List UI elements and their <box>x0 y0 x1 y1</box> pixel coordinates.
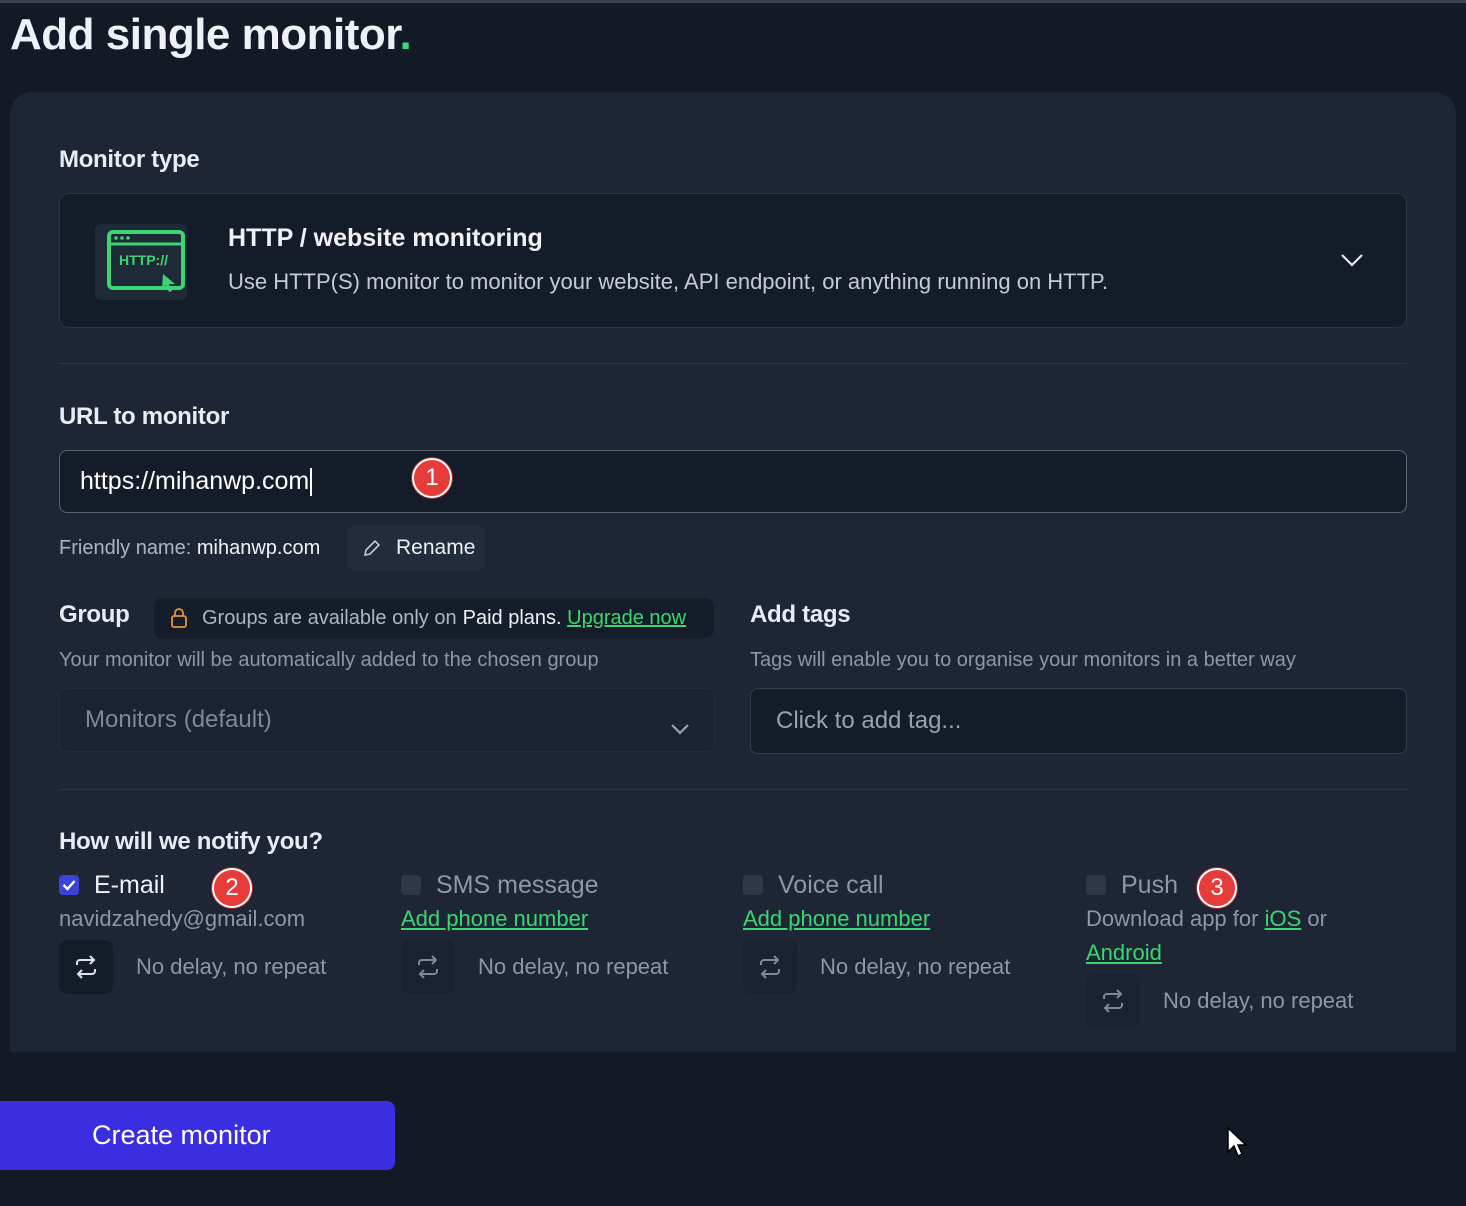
friendly-name: Friendly name: mihanwp.com <box>59 537 320 560</box>
chevron-down-icon <box>1340 252 1364 273</box>
email-label: E-mail <box>94 870 165 899</box>
sms-checkbox[interactable] <box>401 875 421 895</box>
repeat-icon <box>76 955 96 979</box>
notify-label: How will we notify you? <box>59 828 323 855</box>
create-monitor-button[interactable]: Create monitor <box>0 1101 395 1170</box>
pencil-icon <box>362 538 382 558</box>
http-icon-text: HTTP:// <box>119 252 168 268</box>
voice-label: Voice call <box>778 870 884 899</box>
voice-checkbox[interactable] <box>743 875 763 895</box>
annotation-badge-1: 1 <box>412 458 452 498</box>
email-address: navidzahedy@gmail.com <box>59 906 306 931</box>
voice-repeat-button[interactable] <box>743 940 797 994</box>
monitor-type-select[interactable]: HTTP:// HTTP / website monitoring Use HT… <box>59 193 1407 328</box>
voice-add-phone-link[interactable]: Add phone number <box>743 906 1010 932</box>
url-label: URL to monitor <box>59 403 229 430</box>
group-select-value: Monitors (default) <box>85 706 272 733</box>
sms-repeat-text: No delay, no repeat <box>478 954 669 979</box>
rename-button-label: Rename <box>396 536 476 559</box>
push-download-prefix: Download app for <box>1086 906 1259 931</box>
group-select[interactable]: Monitors (default) <box>59 688 715 752</box>
repeat-icon <box>418 955 438 979</box>
voice-repeat-text: No delay, no repeat <box>820 954 1011 979</box>
push-label: Push <box>1121 870 1178 899</box>
push-download-or: or <box>1307 906 1327 931</box>
monitor-type-title: HTTP / website monitoring <box>228 224 543 252</box>
sms-label: SMS message <box>436 870 599 899</box>
annotation-badge-2: 2 <box>212 868 252 908</box>
tags-input[interactable]: Click to add tag... <box>750 688 1407 754</box>
notify-sms-column: SMS message Add phone number No delay, n… <box>401 870 668 994</box>
title-dot: . <box>399 10 412 59</box>
email-checkbox[interactable] <box>59 875 79 895</box>
rename-button[interactable]: Rename <box>346 526 486 570</box>
group-help-text: Your monitor will be automatically added… <box>59 649 599 671</box>
repeat-icon <box>1103 989 1123 1013</box>
chevron-down-icon <box>670 715 690 743</box>
upgrade-now-link[interactable]: Upgrade now <box>567 607 686 630</box>
tags-input-placeholder: Click to add tag... <box>776 707 962 734</box>
sms-repeat-button[interactable] <box>401 940 455 994</box>
repeat-icon <box>760 955 780 979</box>
email-repeat-text: No delay, no repeat <box>136 954 327 979</box>
monitor-type-label: Monitor type <box>59 146 200 173</box>
page-title: Add single monitor. <box>10 10 412 59</box>
url-input[interactable]: https://mihanwp.com <box>59 450 1407 513</box>
text-caret <box>310 467 313 496</box>
tags-help-text: Tags will enable you to organise your mo… <box>750 649 1296 671</box>
group-label: Group <box>59 601 130 628</box>
group-note-paid-plans: Paid plans <box>462 606 557 629</box>
group-upgrade-note: Groups are available only on Paid plans.… <box>154 598 714 638</box>
push-repeat-button[interactable] <box>1086 974 1140 1028</box>
annotation-badge-3: 3 <box>1197 868 1237 908</box>
friendly-name-prefix: Friendly name: <box>59 537 192 559</box>
push-download-text: Download app for iOS or Android <box>1086 902 1386 970</box>
top-border <box>0 0 1466 3</box>
ios-link[interactable]: iOS <box>1265 906 1302 931</box>
push-checkbox[interactable] <box>1086 875 1106 895</box>
push-repeat-text: No delay, no repeat <box>1163 988 1354 1013</box>
notify-email-column: E-mail navidzahedy@gmail.com No delay, n… <box>59 870 326 994</box>
url-input-value: https://mihanwp.com <box>80 467 310 495</box>
notify-voice-column: Voice call Add phone number No delay, no… <box>743 870 1010 994</box>
friendly-name-value: mihanwp.com <box>196 537 321 559</box>
sms-add-phone-link[interactable]: Add phone number <box>401 906 668 932</box>
section-divider <box>59 789 1407 790</box>
section-divider <box>59 363 1407 364</box>
email-repeat-button[interactable] <box>59 940 113 994</box>
android-link[interactable]: Android <box>1086 940 1162 965</box>
monitor-type-description: Use HTTP(S) monitor to monitor your webs… <box>228 269 1108 294</box>
add-tags-label: Add tags <box>750 601 851 628</box>
lock-icon <box>170 607 188 629</box>
mouse-cursor-icon <box>1226 1126 1248 1163</box>
group-note-period: . <box>556 606 562 629</box>
group-note-text: Groups are available only on <box>202 606 457 629</box>
http-icon: HTTP:// <box>95 224 187 300</box>
monitor-form-card: Monitor type HTTP:// HTTP / website moni… <box>10 92 1456 1052</box>
